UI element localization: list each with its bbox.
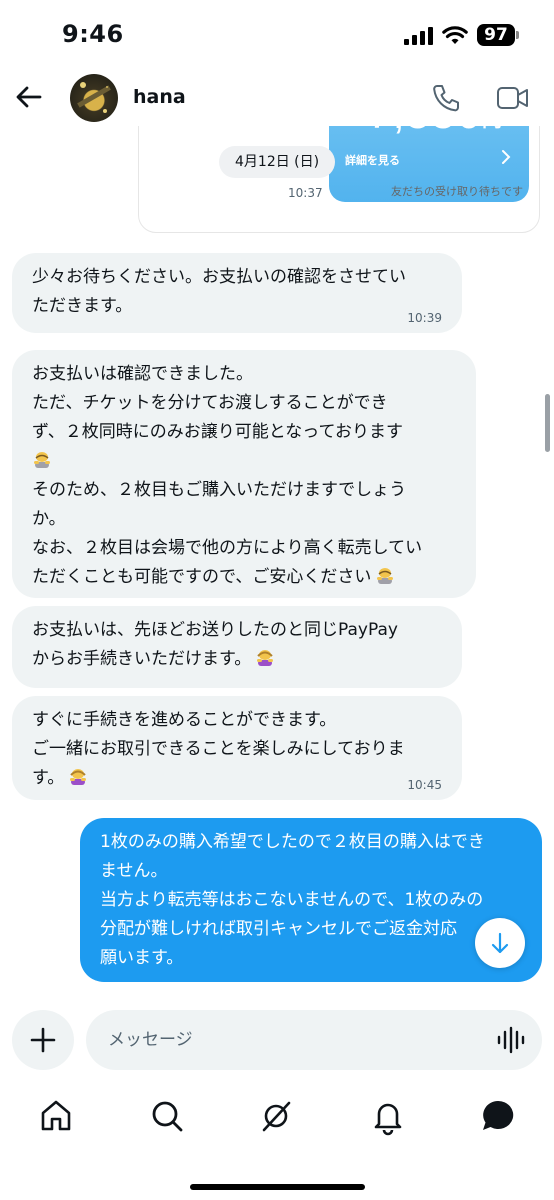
status-bar: 9:46 97: [0, 0, 554, 70]
message-bubble-sent[interactable]: 1枚のみの購入希望でしたので２枚目の購入はでき ません。 当方より転売等はおこな…: [80, 818, 542, 982]
message-line: ず、２枚同時にのみお譲り可能となっております: [32, 422, 403, 442]
date-separator: 4月12日 (日): [219, 146, 336, 178]
grok-icon[interactable]: [256, 1096, 296, 1136]
scrollbar[interactable]: [545, 394, 550, 452]
message-bubble-received[interactable]: すぐに手続きを進めることができます。 ご一緒にお取引できることを楽しみにしており…: [12, 696, 462, 800]
message-line-last: ただくことも可能ですので、ご安心ください: [32, 563, 456, 592]
payment-status: 友だちの受け取り待ちです: [391, 185, 523, 198]
message-line: 少々お待ちください。お支払いの確認をさせてい: [32, 267, 406, 287]
message-time: 10:39: [407, 311, 442, 325]
message-bubble-received[interactable]: お支払いは確認できました。 ただ、チケットを分けてお渡しすることができ ず、２枚…: [12, 350, 476, 598]
message-line: お支払いは、先ほどお送りしたのと同じPayPay: [32, 620, 398, 640]
payment-details-link[interactable]: 詳細を見る: [345, 152, 400, 168]
message-line: [32, 447, 456, 476]
plus-icon: [30, 1027, 56, 1053]
message-line: ご一緒にお取引できることを楽しみにしておりま: [32, 739, 405, 759]
payment-card[interactable]: 7,550 円 詳細を見る 友だちの受け取り待ちです: [138, 126, 540, 233]
message-line: ただ、チケットを分けてお渡しすることができ: [32, 393, 388, 413]
chat-header: hana: [0, 70, 554, 126]
message-line-text: す。: [32, 768, 65, 788]
message-input[interactable]: [86, 1010, 542, 1070]
message-line: そのため、２枚目もご購入いただけますでしょう: [32, 480, 407, 500]
bowing-person-emoji-icon: [34, 452, 50, 468]
message-line-last: す。: [32, 764, 442, 793]
signal-icon: [404, 27, 434, 45]
message-bubble-received[interactable]: お支払いは、先ほどお送りしたのと同じPayPay からお手続きいただけます。: [12, 606, 462, 688]
bowing-person-emoji-icon: [377, 568, 394, 584]
message-bubble-received[interactable]: 少々お待ちください。お支払いの確認をさせてい ただきます。 10:39: [12, 253, 462, 333]
avatar[interactable]: [70, 74, 118, 122]
contact-name[interactable]: hana: [133, 86, 186, 108]
battery-indicator: 97: [477, 24, 515, 46]
message-line: ただきます。: [32, 296, 133, 316]
message-composer: [0, 1000, 554, 1080]
messages-icon[interactable]: [478, 1096, 518, 1136]
scroll-to-bottom-button[interactable]: [475, 918, 525, 968]
woman-bowing-emoji-icon: [257, 650, 274, 666]
message-line: すぐに手続きを進めることができます。: [32, 710, 337, 730]
phone-icon[interactable]: [430, 82, 462, 114]
message-line: 1枚のみの購入希望でしたので２枚目の購入はでき: [100, 832, 485, 852]
search-icon[interactable]: [147, 1096, 187, 1136]
add-attachment-button[interactable]: [12, 1010, 74, 1070]
arrow-down-icon: [491, 932, 509, 954]
battery-cap: [516, 31, 519, 39]
message-line-text: ただくことも可能ですので、ご安心ください: [32, 567, 372, 587]
message-time: 10:45: [407, 778, 442, 792]
message-line: 当方より転売等はおこないませんので、1枚のみの: [100, 890, 484, 910]
message-line: お支払いは確認できました。: [32, 364, 253, 384]
message-line-text: からお手続きいただけます。: [32, 649, 252, 669]
message-list[interactable]: 7,550 円 詳細を見る 友だちの受け取り待ちです 4月12日 (日) 10:…: [0, 126, 554, 1000]
message-line-last: からお手続きいただけます。: [32, 645, 442, 674]
video-camera-icon[interactable]: [496, 82, 530, 114]
message-line: なお、２枚目は会場で他の方により高く転売してい: [32, 538, 423, 558]
wifi-icon: [442, 26, 468, 44]
home-icon[interactable]: [36, 1096, 76, 1136]
home-indicator: [190, 1184, 365, 1190]
bottom-navigation: [0, 1080, 554, 1200]
message-line: 分配が難しければ取引キャンセルでご返金対応: [100, 919, 457, 939]
voice-waveform-icon[interactable]: [496, 1026, 526, 1054]
woman-bowing-emoji-icon: [70, 769, 87, 785]
back-arrow-icon[interactable]: [14, 82, 44, 112]
message-line: か。: [32, 509, 66, 529]
message-line: ません。: [100, 861, 168, 881]
message-line: 願います。: [100, 948, 184, 968]
payment-unit: 円: [482, 126, 502, 132]
status-time: 9:46: [62, 20, 124, 48]
bell-icon[interactable]: [368, 1096, 408, 1136]
chevron-right-icon: [502, 150, 511, 164]
message-time: 10:37: [288, 186, 323, 200]
payment-amount: 7,550: [367, 126, 482, 139]
